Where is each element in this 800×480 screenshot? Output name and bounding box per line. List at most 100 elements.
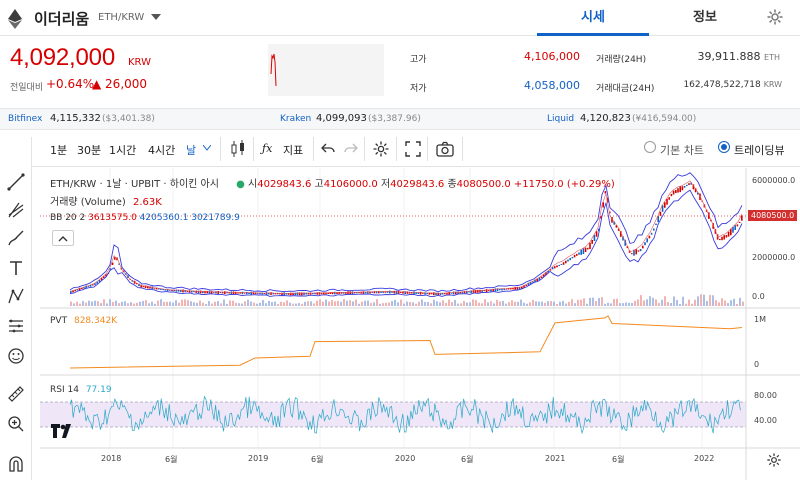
time-tick: 2020 xyxy=(395,454,416,463)
price-tick: 2000000.0 xyxy=(752,253,796,262)
ruler-icon[interactable] xyxy=(7,385,25,403)
current-price: 4,092,000 xyxy=(10,44,115,71)
rsi-tick: 40.00 xyxy=(754,416,777,425)
tradingview-radio[interactable] xyxy=(718,141,730,153)
amount-unit: KRW xyxy=(763,80,782,89)
pvt-tick: 0 xyxy=(754,360,760,369)
legend-pvt-label: PVT xyxy=(50,316,68,326)
exchange-price: 4,099,093 xyxy=(316,113,367,124)
low-label: 저가 xyxy=(410,84,427,94)
toolbar-divider xyxy=(364,137,365,161)
emoji-icon[interactable] xyxy=(7,347,25,365)
legend-bb: BB 20 2 3613575.0 4205360.1 3021789.9 xyxy=(50,213,240,223)
text-icon[interactable] xyxy=(7,259,25,277)
exchange-usd: ($3,401.38) xyxy=(102,114,155,124)
time-tick: 2019 xyxy=(248,454,269,463)
tab-info[interactable]: 정보 xyxy=(649,0,761,36)
legend-pvt-value: 828.342K xyxy=(73,316,118,326)
trading-chart[interactable]: ETH/KRW · 1날 · UPBIT · 하이킨 아시 ● 시 4029843… xyxy=(40,168,800,480)
interval-30m[interactable]: 30분 xyxy=(77,142,101,158)
tradingview-logo-icon[interactable] xyxy=(50,420,76,442)
legend-rsi-value: 77.19 xyxy=(85,385,112,395)
exchange-price: 4,120,823 xyxy=(580,113,631,124)
change-amount: ▲ 26,000 xyxy=(92,77,148,91)
time-tick: 6월 xyxy=(311,455,324,464)
magnet-icon[interactable] xyxy=(7,455,25,473)
legend-open-label: 시 xyxy=(248,179,258,190)
mini-chart xyxy=(268,44,384,96)
zoom-in-icon[interactable] xyxy=(7,415,25,433)
exchange-prices: Bitfinex 4,115,332 ($3,401.38) Kraken 4,… xyxy=(0,108,800,130)
tab-price[interactable]: 시세 xyxy=(537,0,649,36)
fx-icon[interactable]: ƒx xyxy=(262,142,272,155)
exchange-usd: ($3,387.96) xyxy=(368,114,421,124)
legend-dot: ● xyxy=(236,179,245,190)
interval-day[interactable]: 날 xyxy=(186,142,196,158)
ethereum-logo-icon xyxy=(8,9,22,29)
legend-rsi: RSI 14 77.19 xyxy=(50,385,112,395)
chevron-down-icon[interactable] xyxy=(150,12,162,22)
coin-name: 이더리움 xyxy=(34,10,90,28)
pattern-icon[interactable] xyxy=(7,287,25,305)
legend-high-label: 고 xyxy=(314,179,324,190)
fib-tool-icon[interactable] xyxy=(7,201,25,219)
trend-line-icon[interactable] xyxy=(7,173,25,191)
time-tick: 2018 xyxy=(101,454,122,463)
tradingview-label[interactable]: 트레이딩뷰 xyxy=(734,142,785,158)
basic-chart-label[interactable]: 기본 차트 xyxy=(660,142,704,158)
redo-icon[interactable] xyxy=(344,143,358,155)
legend-bb-basis: 3613575.0 xyxy=(88,213,137,223)
legend-volume: 거래량 (Volume) 2.63K xyxy=(50,193,162,208)
volume-unit: ETH xyxy=(764,53,780,62)
gear-icon[interactable] xyxy=(766,8,784,26)
time-tick: 2022 xyxy=(694,454,715,463)
exchange-name[interactable]: Liquid xyxy=(547,114,574,124)
legend-rsi-label: RSI 14 xyxy=(50,385,79,395)
header: 이더리움 ETH/KRW 시세 정보 xyxy=(0,0,800,36)
time-tick: 6월 xyxy=(612,455,625,464)
interval-1h[interactable]: 1시간 xyxy=(109,142,136,158)
rsi-pane xyxy=(40,395,746,435)
exchange-name[interactable]: Bitfinex xyxy=(8,114,42,124)
toolbar-divider xyxy=(427,137,428,161)
price-tick: 0.0 xyxy=(752,292,765,301)
change-percent: +0.64% xyxy=(46,77,95,91)
indicators-button[interactable]: 지표 xyxy=(283,142,303,158)
exchange-name[interactable]: Kraken xyxy=(280,114,311,124)
candlestick-icon[interactable] xyxy=(230,140,246,158)
interval-1m[interactable]: 1분 xyxy=(50,142,67,158)
amount-value: 162,478,522,718 KRW xyxy=(640,80,782,90)
pvt-tick: 1M xyxy=(754,315,766,324)
price-currency: KRW xyxy=(128,57,151,68)
price-pane xyxy=(69,172,744,306)
pvt-pane xyxy=(69,315,743,369)
legend-low: 4029843.6 xyxy=(390,179,445,190)
measure-icon[interactable] xyxy=(7,317,25,335)
legend-symbol: ETH/KRW · 1날 · UPBIT · 하이킨 아시 xyxy=(50,179,219,190)
current-price-tag: 4080500.0 xyxy=(748,210,798,221)
chevron-down-icon[interactable] xyxy=(203,145,211,151)
exchange-price: 4,115,332 xyxy=(50,113,101,124)
camera-icon[interactable] xyxy=(436,141,454,157)
toolbar-divider xyxy=(313,137,314,161)
legend-low-label: 저 xyxy=(380,179,391,190)
legend-change: +11750.0 (+0.29%) xyxy=(513,179,615,190)
volume-value: 39,911.888 ETH xyxy=(660,50,780,63)
time-tick: 6월 xyxy=(461,455,474,464)
fullscreen-icon[interactable] xyxy=(405,141,421,157)
chart-settings-icon[interactable] xyxy=(766,452,782,468)
legend-volume-label: 거래량 (Volume) xyxy=(50,197,126,208)
basic-chart-radio[interactable] xyxy=(644,141,656,153)
undo-icon[interactable] xyxy=(321,143,335,155)
toolbar-divider xyxy=(462,137,463,161)
volume-number: 39,911.888 xyxy=(697,50,761,63)
settings-gear-icon[interactable] xyxy=(372,140,390,158)
toolbar-divider xyxy=(253,137,254,161)
collapse-legend-button[interactable] xyxy=(52,230,74,246)
legend-close-label: 종 xyxy=(447,179,457,190)
legend-bb-upper: 4205360.1 xyxy=(139,213,189,223)
time-tick: 2021 xyxy=(545,454,566,463)
volume-label: 거래량(24H) xyxy=(596,55,647,65)
interval-4h[interactable]: 4시간 xyxy=(148,142,175,158)
brush-icon[interactable] xyxy=(7,229,25,247)
